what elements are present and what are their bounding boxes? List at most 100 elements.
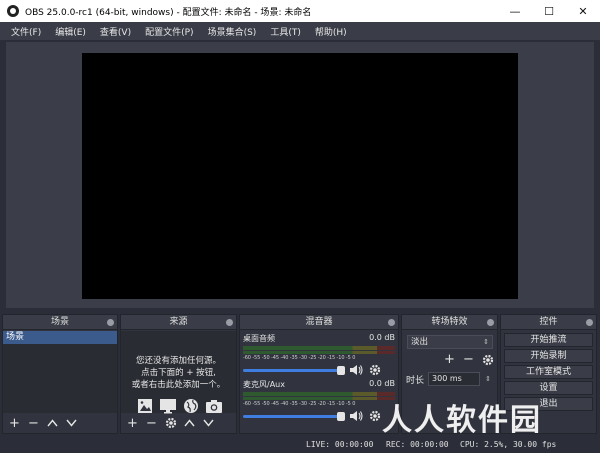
hint-line: 或者右击此处添加一个。: [131, 380, 226, 390]
gear-icon[interactable]: [369, 364, 381, 376]
menu-edit[interactable]: 编辑(E): [48, 25, 93, 38]
chevron-up-icon: [184, 419, 195, 427]
remove-scene-button[interactable]: −: [26, 416, 41, 431]
chevron-up-icon: [47, 419, 58, 427]
scenes-dock-header: 场景: [3, 315, 117, 330]
studio-mode-button[interactable]: 工作室模式: [504, 365, 593, 379]
move-scene-down-button[interactable]: [64, 416, 79, 431]
mixer-dock-header: 混音器: [240, 315, 398, 330]
monitor-icon: [159, 398, 177, 414]
hint-line: 点击下面的 + 按钮,: [141, 368, 216, 378]
slider-handle[interactable]: [337, 365, 345, 375]
add-scene-button[interactable]: +: [7, 416, 22, 431]
mixer-channel-mic: 麦克风/Aux 0.0 dB -60 -55 -50 -45 -40 -35 -…: [243, 379, 395, 425]
chevron-down-icon: [203, 419, 214, 427]
channel-db: 0.0 dB: [369, 379, 395, 388]
sources-empty-hint: 您还没有添加任何源。 点击下面的 + 按钮, 或者右击此处添加一个。: [121, 355, 236, 391]
transitions-dock-header: 转场特效: [402, 315, 497, 330]
gear-icon[interactable]: [369, 410, 381, 422]
volume-slider[interactable]: [243, 365, 345, 375]
sources-dock-header: 来源: [121, 315, 236, 330]
cpu-fps: CPU: 2.5%, 30.00 fps: [460, 440, 557, 449]
sources-dock: 来源 您还没有添加任何源。 点击下面的 + 按钮, 或者右击此处添加一个。 + …: [120, 314, 237, 434]
remove-transition-button[interactable]: −: [461, 352, 476, 367]
scenes-dock: 场景 场景 + −: [2, 314, 118, 434]
undock-icon[interactable]: [487, 319, 494, 326]
duration-label: 时长: [406, 375, 425, 386]
volume-meter: [243, 397, 395, 400]
channel-db: 0.0 dB: [369, 333, 395, 342]
gear-icon: [165, 417, 176, 429]
image-icon: [137, 398, 153, 414]
scene-list-item[interactable]: 场景: [3, 331, 117, 344]
sources-toolbar: + −: [121, 413, 236, 433]
updown-arrows-icon[interactable]: ⇕: [483, 373, 493, 385]
transitions-dock-title: 转场特效: [431, 317, 468, 327]
mixer-dock-title: 混音器: [305, 317, 333, 327]
controls-dock-title: 控件: [539, 317, 558, 327]
remove-source-button[interactable]: −: [144, 416, 159, 431]
duration-row: 时长 300 ms ⇕: [406, 372, 491, 386]
meter-scale: -60 -55 -50 -45 -40 -35 -30 -25 -20 -15 …: [243, 355, 356, 361]
mixer-channel-desktop: 桌面音频 0.0 dB -60 -55 -50 -45 -40 -35 -30 …: [243, 333, 395, 379]
scenes-toolbar: + −: [3, 413, 117, 433]
start-recording-button[interactable]: 开始录制: [504, 349, 593, 363]
window-title: OBS 25.0.0-rc1 (64-bit, windows) - 配置文件:…: [25, 7, 312, 18]
move-source-up-button[interactable]: [182, 416, 197, 431]
obs-logo-icon: [7, 5, 19, 17]
transition-select[interactable]: 淡出 ⇕: [407, 335, 493, 349]
start-streaming-button[interactable]: 开始推流: [504, 333, 593, 347]
add-transition-button[interactable]: +: [442, 352, 457, 367]
channel-name: 桌面音频: [243, 334, 275, 343]
title-bar: OBS 25.0.0-rc1 (64-bit, windows) - 配置文件:…: [0, 0, 600, 22]
source-type-icons: [137, 398, 223, 414]
duration-spinbox[interactable]: 300 ms ⇕: [428, 372, 491, 386]
settings-button[interactable]: 设置: [504, 381, 593, 395]
menu-view[interactable]: 查看(V): [93, 25, 138, 38]
add-source-button[interactable]: +: [125, 416, 140, 431]
move-source-down-button[interactable]: [201, 416, 216, 431]
gear-icon: [482, 354, 493, 365]
menu-bar: 文件(F) 编辑(E) 查看(V) 配置文件(P) 场景集合(S) 工具(T) …: [0, 22, 600, 40]
speaker-icon[interactable]: [349, 364, 363, 376]
volume-meter: [243, 351, 395, 354]
hint-line: 您还没有添加任何源。: [135, 356, 221, 366]
undock-icon[interactable]: [586, 319, 593, 326]
chevron-down-icon: [66, 419, 77, 427]
undock-icon[interactable]: [226, 319, 233, 326]
maximize-button[interactable]: ☐: [532, 0, 566, 22]
menu-tools[interactable]: 工具(T): [263, 25, 308, 38]
source-list[interactable]: 您还没有添加任何源。 点击下面的 + 按钮, 或者右击此处添加一个。: [121, 331, 236, 414]
close-button[interactable]: ✕: [566, 0, 600, 22]
volume-meter: [243, 346, 395, 350]
channel-name: 麦克风/Aux: [243, 380, 285, 389]
minimize-button[interactable]: —: [498, 0, 532, 22]
scene-list[interactable]: 场景: [3, 331, 117, 413]
watermark-text: 人人软件园: [382, 403, 542, 438]
menu-file[interactable]: 文件(F): [4, 25, 48, 38]
camera-icon: [205, 398, 223, 414]
scenes-dock-title: 场景: [50, 317, 69, 327]
updown-arrows-icon: ⇕: [483, 338, 489, 346]
rec-timer: REC: 00:00:00: [386, 440, 449, 449]
move-scene-up-button[interactable]: [45, 416, 60, 431]
volume-meter: [243, 392, 395, 396]
speaker-icon[interactable]: [349, 410, 363, 422]
transition-buttons: + −: [442, 352, 495, 367]
undock-icon[interactable]: [107, 319, 114, 326]
volume-slider[interactable]: [243, 411, 345, 421]
transition-selected: 淡出: [411, 337, 429, 347]
globe-icon: [183, 398, 199, 414]
slider-handle[interactable]: [337, 411, 345, 421]
menu-help[interactable]: 帮助(H): [308, 25, 354, 38]
live-timer: LIVE: 00:00:00: [306, 440, 374, 449]
preview-canvas[interactable]: [82, 53, 518, 299]
menu-profile[interactable]: 配置文件(P): [138, 25, 200, 38]
transition-properties-button[interactable]: [480, 352, 495, 367]
source-properties-button[interactable]: [163, 416, 178, 431]
undock-icon[interactable]: [388, 319, 395, 326]
controls-dock-header: 控件: [501, 315, 596, 330]
preview-area: [6, 42, 594, 308]
menu-scene-collection[interactable]: 场景集合(S): [201, 25, 264, 38]
meter-scale: -60 -55 -50 -45 -40 -35 -30 -25 -20 -15 …: [243, 401, 356, 407]
